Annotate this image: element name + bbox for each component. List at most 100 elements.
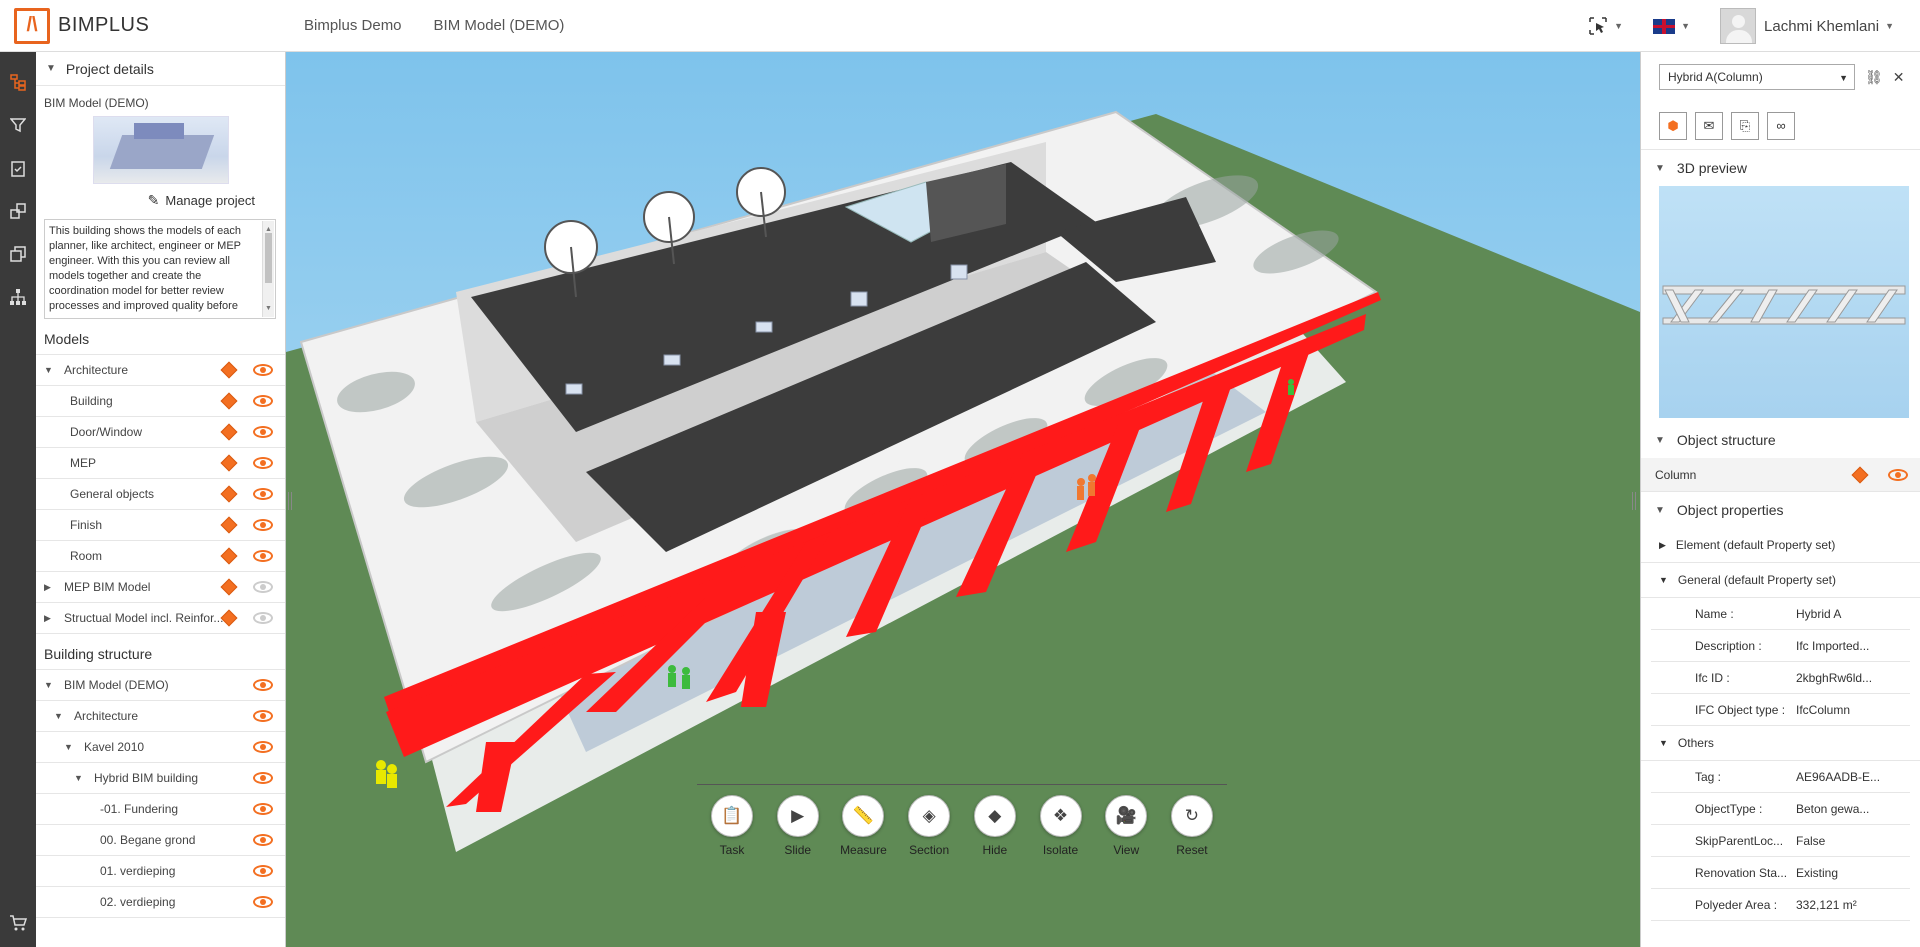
- isolate-diamond-icon[interactable]: [1851, 466, 1869, 484]
- breadcrumb-model[interactable]: BIM Model (DEMO): [434, 17, 565, 34]
- building-structure-row[interactable]: 01. verdieping: [36, 856, 285, 887]
- cart-icon[interactable]: [0, 914, 36, 937]
- description-scrollbar[interactable]: ▲ ▼: [262, 221, 274, 317]
- eye-icon[interactable]: [253, 896, 273, 908]
- breadcrumb-project[interactable]: Bimplus Demo: [304, 17, 402, 34]
- links-button[interactable]: ∞: [1767, 111, 1795, 140]
- task-icon[interactable]: 📋: [711, 795, 753, 837]
- comments-button[interactable]: ✉: [1695, 111, 1723, 140]
- 3d-preview-canvas[interactable]: [1659, 186, 1909, 418]
- eye-icon[interactable]: [253, 581, 273, 593]
- model-row[interactable]: Room: [36, 541, 285, 572]
- eye-icon[interactable]: [253, 612, 273, 624]
- chevron-down-icon[interactable]: ▼: [54, 711, 68, 721]
- object-info-button[interactable]: ⬢: [1659, 111, 1687, 140]
- model-row[interactable]: MEP: [36, 448, 285, 479]
- section-cube-icon[interactable]: ◈: [908, 795, 951, 837]
- link-chain-icon[interactable]: ⛓: [1865, 69, 1883, 86]
- eye-icon[interactable]: [253, 395, 273, 407]
- eye-icon[interactable]: [253, 772, 273, 784]
- tool-isolate-button[interactable]: ❖ Isolate: [1036, 795, 1086, 860]
- building-structure-row[interactable]: ▼ Kavel 2010: [36, 732, 285, 763]
- property-value[interactable]: IfcColumn: [1796, 703, 1910, 717]
- tool-hide-button[interactable]: ◆ Hide: [970, 795, 1020, 860]
- eye-icon[interactable]: [253, 488, 273, 500]
- selected-object-select[interactable]: Hybrid A(Column) ▼: [1659, 64, 1855, 90]
- scroll-thumb[interactable]: [265, 233, 272, 283]
- user-menu[interactable]: Lachmi Khemlani ▼: [1720, 8, 1894, 44]
- slide-icon[interactable]: ▶: [776, 795, 819, 837]
- property-value[interactable]: Existing: [1796, 866, 1910, 880]
- hierarchy-icon[interactable]: [0, 275, 36, 318]
- eye-icon[interactable]: [253, 550, 273, 562]
- model-row[interactable]: Finish: [36, 510, 285, 541]
- project-details-header[interactable]: ▼ Project details: [36, 52, 285, 86]
- object-properties-header[interactable]: ▼ Object properties: [1641, 492, 1920, 528]
- reset-icon[interactable]: ↻: [1170, 795, 1213, 837]
- general-property-set[interactable]: ▼ General (default Property set): [1641, 563, 1920, 598]
- building-structure-row[interactable]: -01. Fundering: [36, 794, 285, 825]
- object-structure-item[interactable]: Column: [1641, 458, 1920, 492]
- eye-icon[interactable]: [253, 803, 273, 815]
- ruler-icon[interactable]: 📏: [842, 795, 885, 837]
- property-value[interactable]: False: [1796, 834, 1910, 848]
- building-structure-row[interactable]: ▼ BIM Model (DEMO): [36, 670, 285, 701]
- eye-icon[interactable]: [253, 679, 273, 691]
- building-structure-row[interactable]: 02. verdieping: [36, 887, 285, 918]
- language-menu[interactable]: ▼: [1653, 18, 1690, 34]
- close-icon[interactable]: ✕: [1893, 69, 1905, 86]
- eye-icon[interactable]: [253, 519, 273, 531]
- isolate-icon[interactable]: ❖: [1039, 795, 1082, 837]
- right-panel-resize-handle[interactable]: [1632, 492, 1636, 510]
- manage-project-link[interactable]: ✎ Manage project: [36, 192, 285, 209]
- filter-icon[interactable]: [0, 103, 36, 146]
- model-row[interactable]: ▶ Structual Model incl. Reinfor...: [36, 603, 285, 634]
- property-value[interactable]: AE96AADB-E...: [1796, 770, 1910, 784]
- selection-mode-menu[interactable]: ▼: [1588, 16, 1623, 36]
- eye-icon[interactable]: [253, 426, 273, 438]
- property-value[interactable]: 332,121 m²: [1796, 898, 1910, 912]
- camera-icon[interactable]: 🎥: [1105, 795, 1148, 837]
- clipboard-icon[interactable]: [0, 146, 36, 189]
- eye-icon[interactable]: [253, 457, 273, 469]
- tool-task-button[interactable]: 📋 Task: [707, 795, 757, 860]
- model-tree-icon[interactable]: [0, 60, 36, 103]
- property-value[interactable]: 2kbghRw6ld...: [1796, 671, 1910, 685]
- link-models-icon[interactable]: [0, 189, 36, 232]
- model-row[interactable]: Door/Window: [36, 417, 285, 448]
- building-structure-row[interactable]: 00. Begane grond: [36, 825, 285, 856]
- chevron-right-icon[interactable]: ▶: [44, 582, 58, 593]
- property-value[interactable]: Beton gewa...: [1796, 802, 1910, 816]
- eye-icon[interactable]: [253, 865, 273, 877]
- element-property-set[interactable]: ▶ Element (default Property set): [1641, 528, 1920, 563]
- property-value[interactable]: Hybrid A: [1796, 607, 1910, 621]
- building-structure-row[interactable]: ▼ Architecture: [36, 701, 285, 732]
- 3d-preview-header[interactable]: ▼ 3D preview: [1641, 150, 1920, 186]
- left-panel-resize-handle[interactable]: [288, 492, 292, 510]
- model-row[interactable]: ▶ MEP BIM Model: [36, 572, 285, 603]
- chevron-down-icon[interactable]: ▼: [44, 365, 58, 375]
- chevron-down-icon[interactable]: ▼: [44, 680, 58, 690]
- eye-icon[interactable]: [253, 364, 273, 376]
- layers-icon[interactable]: [0, 232, 36, 275]
- tool-measure-button[interactable]: 📏 Measure: [838, 795, 888, 860]
- tool-reset-button[interactable]: ↻ Reset: [1167, 795, 1217, 860]
- eye-icon[interactable]: [253, 834, 273, 846]
- tool-slide-button[interactable]: ▶ Slide: [773, 795, 823, 860]
- eye-icon[interactable]: [253, 741, 273, 753]
- property-value[interactable]: Ifc Imported...: [1796, 639, 1910, 653]
- chevron-right-icon[interactable]: ▶: [44, 613, 58, 624]
- tool-view-button[interactable]: 🎥 View: [1101, 795, 1151, 860]
- model-row[interactable]: ▼ Architecture: [36, 355, 285, 386]
- hide-icon[interactable]: ◆: [973, 795, 1016, 837]
- app-logo[interactable]: /\ BIMPLUS: [14, 7, 304, 44]
- model-row[interactable]: Building: [36, 386, 285, 417]
- model-row[interactable]: General objects: [36, 479, 285, 510]
- chevron-down-icon[interactable]: ▼: [74, 773, 88, 783]
- chevron-down-icon[interactable]: ▼: [64, 742, 78, 752]
- eye-icon[interactable]: [253, 710, 273, 722]
- eye-icon[interactable]: [1888, 469, 1908, 481]
- project-description[interactable]: This building shows the models of each p…: [44, 219, 276, 319]
- object-structure-header[interactable]: ▼ Object structure: [1641, 422, 1920, 458]
- tool-section-button[interactable]: ◈ Section: [904, 795, 954, 860]
